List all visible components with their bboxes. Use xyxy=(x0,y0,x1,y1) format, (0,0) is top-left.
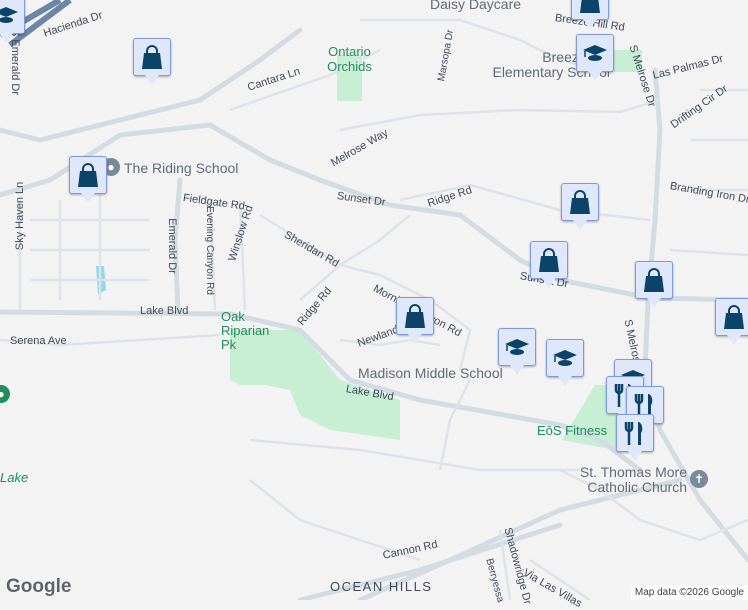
shopping-marker[interactable] xyxy=(571,0,609,29)
google-logo[interactable]: Google xyxy=(6,576,71,598)
shopping-bag-icon xyxy=(142,45,162,69)
restaurant-marker[interactable] xyxy=(616,414,654,461)
major-roads xyxy=(0,27,748,600)
school-marker[interactable] xyxy=(498,328,536,375)
shopping-bag-icon xyxy=(405,304,425,328)
minor-roads xyxy=(0,18,748,600)
shopping-marker[interactable] xyxy=(133,38,171,85)
place-label-lake: Lake xyxy=(0,470,29,485)
school-marker[interactable] xyxy=(0,0,25,43)
shopping-marker[interactable] xyxy=(396,297,434,344)
school-marker[interactable] xyxy=(576,34,614,81)
graduation-cap-icon xyxy=(505,339,529,355)
place-label-riding-school[interactable]: The Riding School xyxy=(124,160,238,176)
shopping-bag-icon xyxy=(644,268,664,292)
shopping-bag-icon xyxy=(580,0,600,13)
area-label-ocean-hills: OCEAN HILLS xyxy=(330,579,433,594)
place-label-daisy-daycare[interactable]: Daisy Daycare xyxy=(430,0,521,12)
shopping-bag-icon xyxy=(78,163,98,187)
street-label: Serena Ave xyxy=(10,335,67,347)
place-label-oak-riparian[interactable]: Oak Riparian Pk xyxy=(221,310,286,352)
place-label-madison[interactable]: Madison Middle School xyxy=(358,365,503,381)
graduation-cap-icon xyxy=(583,45,607,61)
place-label-ontario-orchids[interactable]: Ontario Orchids xyxy=(322,44,377,74)
shopping-marker[interactable] xyxy=(715,298,748,345)
shopping-marker[interactable] xyxy=(530,241,568,288)
place-label-eos-fitness[interactable]: EōS Fitness xyxy=(537,423,607,438)
fork-knife-icon xyxy=(624,422,643,445)
map-attribution[interactable]: Map data ©2026 Google xyxy=(630,585,748,600)
graduation-cap-icon xyxy=(553,350,577,366)
shopping-marker[interactable] xyxy=(69,156,107,203)
street-label: Sky Haven Ln xyxy=(14,181,27,251)
shopping-bag-icon xyxy=(539,248,559,272)
shopping-bag-icon xyxy=(570,190,590,214)
street-label: Lake Blvd xyxy=(140,305,189,317)
place-label-church[interactable]: St. Thomas More Catholic Church xyxy=(575,465,687,495)
graduation-cap-icon xyxy=(0,7,18,23)
shopping-marker[interactable] xyxy=(635,261,673,308)
street-label: Evening Canyon Rd xyxy=(203,206,215,295)
school-marker[interactable] xyxy=(546,339,584,386)
church-cross-icon[interactable]: ✝ xyxy=(690,470,708,488)
map-canvas[interactable] xyxy=(0,0,748,600)
shopping-marker[interactable] xyxy=(561,183,599,230)
street-label: Emerald Dr xyxy=(165,218,178,274)
shopping-bag-icon xyxy=(724,305,744,329)
